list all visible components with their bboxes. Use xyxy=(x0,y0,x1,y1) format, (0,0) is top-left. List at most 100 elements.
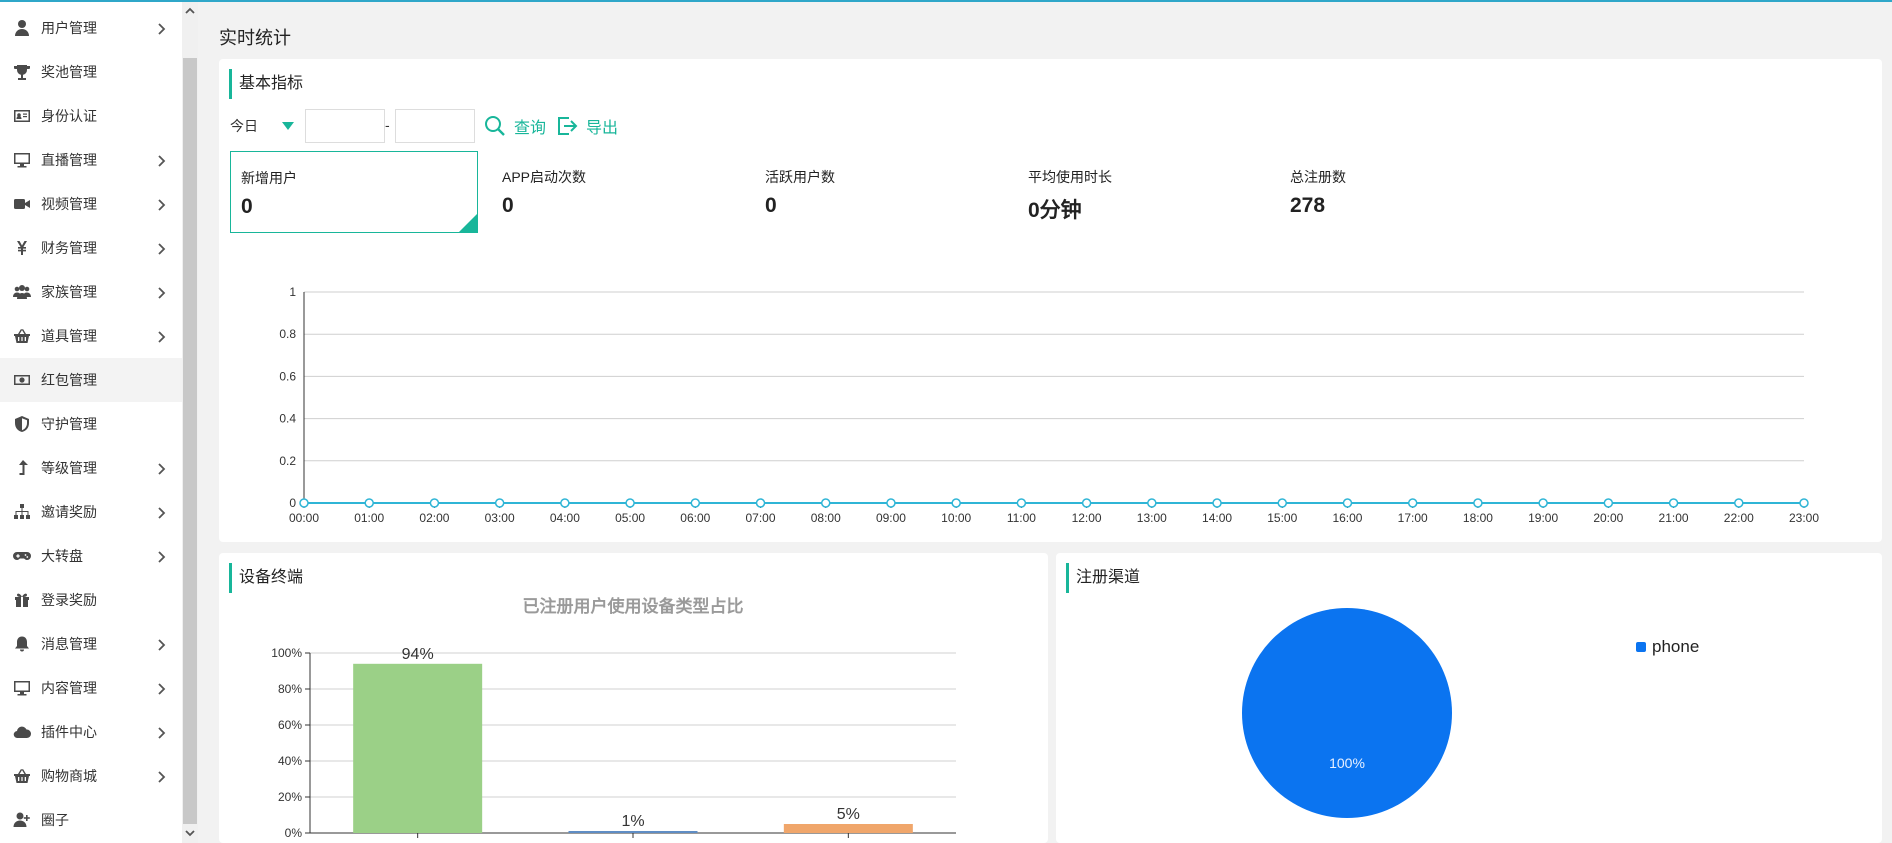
kpi-card[interactable]: 总注册数 278 xyxy=(1280,151,1528,233)
data-point[interactable] xyxy=(1212,498,1222,508)
sitemap-icon xyxy=(11,501,33,523)
y-tick-label: 0.4 xyxy=(279,412,296,426)
sidebar-item-label: 邀请奖励 xyxy=(41,504,97,520)
data-point[interactable] xyxy=(1342,498,1353,508)
x-tick-label: 23:00 xyxy=(1789,511,1819,525)
sidebar-item-label: 用户管理 xyxy=(41,20,97,36)
kpi-value: 0 xyxy=(502,194,514,217)
sidebar-item[interactable]: 邀请奖励 xyxy=(0,490,182,534)
data-point[interactable] xyxy=(299,498,309,508)
sidebar-scrollbar[interactable] xyxy=(182,2,198,843)
data-point[interactable] xyxy=(560,498,570,508)
data-point[interactable] xyxy=(429,498,440,508)
chevron-right-icon xyxy=(155,506,167,519)
sidebar-item[interactable]: 财务管理 xyxy=(0,226,182,270)
data-point[interactable] xyxy=(951,498,961,508)
shield-icon xyxy=(11,413,33,435)
sidebar-item[interactable]: 插件中心 xyxy=(0,710,182,754)
data-point[interactable] xyxy=(1603,498,1614,508)
legend-label: phone xyxy=(1652,637,1699,656)
hourly-line-chart: 0 0.2 0.4 0.6 0.8 1 00:00 01:00 02:00 03:00 04:00 0… xyxy=(279,285,1819,525)
x-tick-label: 10:00 xyxy=(941,511,971,525)
sidebar-item[interactable]: 身份认证 xyxy=(0,94,182,138)
y-tick-label: 0 xyxy=(289,496,296,510)
sidebar-item-label: 奖池管理 xyxy=(41,64,97,80)
sidebar-item[interactable]: 登录奖励 xyxy=(0,578,182,622)
data-point[interactable] xyxy=(1473,498,1483,508)
data-point[interactable] xyxy=(820,498,831,508)
scroll-thumb[interactable] xyxy=(183,58,197,824)
kpi-card[interactable]: 活跃用户数 0 xyxy=(755,151,1003,233)
data-point[interactable] xyxy=(1668,498,1679,508)
sidebar-item[interactable]: 购物商城 xyxy=(0,754,182,798)
sidebar-item[interactable]: 奖池管理 xyxy=(0,50,182,94)
date-range-select[interactable]: 今日 xyxy=(230,114,300,138)
trophy-icon xyxy=(11,61,33,83)
bar[interactable] xyxy=(568,831,698,833)
sidebar-item[interactable]: 大转盘 xyxy=(0,534,182,578)
x-tick-label: 22:00 xyxy=(1724,511,1754,525)
x-tick-label: 08:00 xyxy=(811,511,841,525)
chevron-right-icon xyxy=(155,462,167,475)
date-range-value: 今日 xyxy=(230,118,258,134)
bar[interactable] xyxy=(353,663,483,833)
sidebar-item[interactable]: 红包管理 xyxy=(0,358,182,402)
kpi-card[interactable]: 新增用户 0 xyxy=(230,151,478,233)
sidebar-item[interactable]: 用户管理 xyxy=(0,6,182,50)
data-point[interactable] xyxy=(1277,498,1288,508)
data-point[interactable] xyxy=(1016,498,1027,508)
user-icon xyxy=(11,17,33,39)
kpi-label: 总注册数 xyxy=(1290,169,1346,185)
x-tick-label: 05:00 xyxy=(615,511,645,525)
end-date-input[interactable] xyxy=(395,109,475,143)
sidebar-item-label: 道具管理 xyxy=(41,328,97,344)
sidebar-item[interactable]: 家族管理 xyxy=(0,270,182,314)
data-point[interactable] xyxy=(1734,498,1744,508)
data-point[interactable] xyxy=(1538,498,1548,508)
pie-slice[interactable] xyxy=(1242,608,1452,818)
sidebar-item[interactable]: 道具管理 xyxy=(0,314,182,358)
data-point[interactable] xyxy=(1407,498,1418,508)
data-point[interactable] xyxy=(755,498,766,508)
sidebar-item-label: 大转盘 xyxy=(41,548,83,564)
sidebar-item[interactable]: 守护管理 xyxy=(0,402,182,446)
user-plus-icon xyxy=(11,809,33,831)
x-tick-label: 18:00 xyxy=(1463,511,1493,525)
sidebar-item[interactable]: 内容管理 xyxy=(0,666,182,710)
sidebar-item-label: 插件中心 xyxy=(41,724,97,740)
data-point[interactable] xyxy=(494,498,505,508)
scroll-up-icon[interactable] xyxy=(183,4,197,18)
start-date-input[interactable] xyxy=(305,109,385,143)
scroll-down-icon[interactable] xyxy=(183,826,197,840)
kpi-card[interactable]: APP启动次数 0 xyxy=(492,151,740,233)
x-tick-label: 01:00 xyxy=(354,511,384,525)
gamepad-icon xyxy=(11,545,33,567)
data-point[interactable] xyxy=(690,498,701,508)
data-point[interactable] xyxy=(1081,498,1092,508)
search-button[interactable]: 查询 xyxy=(484,113,546,139)
sidebar-item[interactable]: 直播管理 xyxy=(0,138,182,182)
export-button-label: 导出 xyxy=(586,120,619,137)
kpi-value: 0 xyxy=(765,194,777,217)
bar[interactable] xyxy=(783,824,913,833)
x-tick-label: 19:00 xyxy=(1528,511,1558,525)
data-point[interactable] xyxy=(625,498,635,508)
kpi-label: APP启动次数 xyxy=(502,169,587,185)
data-point[interactable] xyxy=(364,498,374,508)
sidebar-item[interactable]: 圈子 xyxy=(0,798,182,842)
sidebar-item[interactable]: 等级管理 xyxy=(0,446,182,490)
data-point[interactable] xyxy=(886,498,896,508)
sidebar-item[interactable]: 消息管理 xyxy=(0,622,182,666)
data-point[interactable] xyxy=(1147,498,1157,508)
chevron-right-icon xyxy=(155,242,167,255)
data-point[interactable] xyxy=(1799,498,1809,508)
chevron-right-icon xyxy=(155,330,167,343)
sidebar-item-label: 守护管理 xyxy=(41,416,97,432)
kpi-value: 0分钟 xyxy=(1028,199,1082,222)
x-tick-label: 21:00 xyxy=(1659,511,1689,525)
search-button-label: 查询 xyxy=(514,120,547,137)
kpi-card[interactable]: 平均使用时长 0分钟 xyxy=(1018,151,1266,233)
x-tick-label: 04:00 xyxy=(550,511,580,525)
export-button[interactable]: 导出 xyxy=(556,113,618,139)
sidebar-item[interactable]: 视频管理 xyxy=(0,182,182,226)
